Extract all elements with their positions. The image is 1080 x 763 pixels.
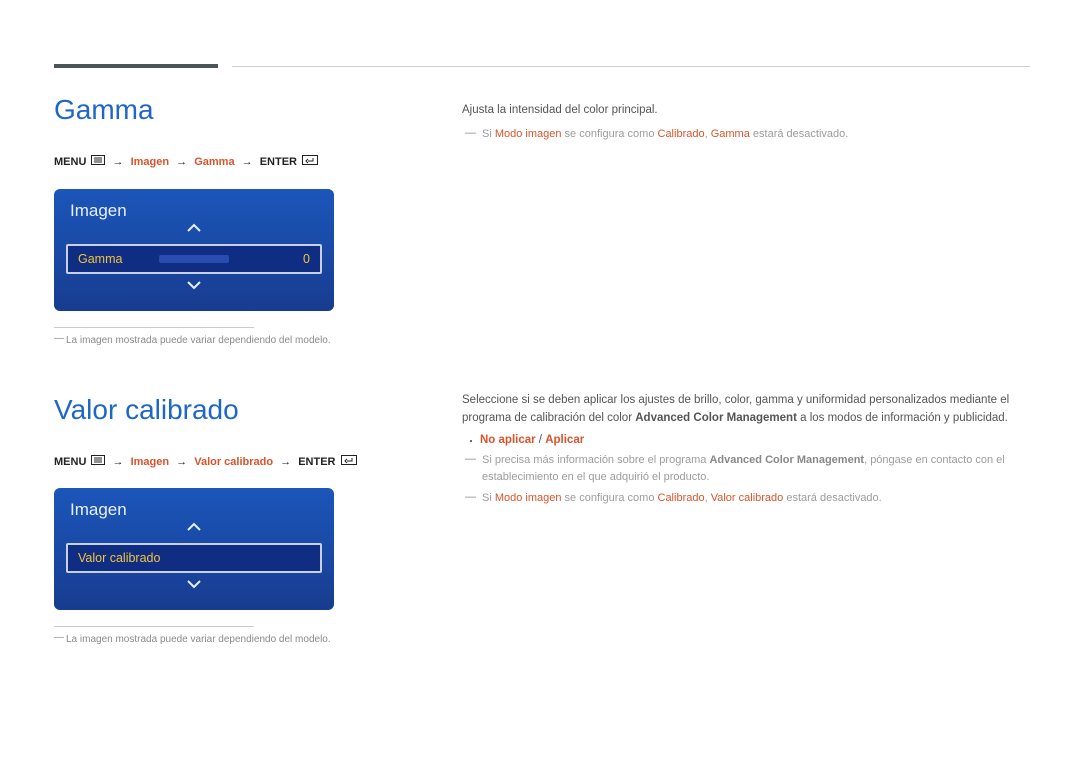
valor-note-1: ― Si precisa más información sobre el pr… — [462, 452, 1030, 486]
nav-path-imagen: Imagen — [131, 156, 170, 168]
nav-menu-label: MENU — [54, 456, 86, 468]
arrow-icon: → — [176, 456, 187, 468]
nav-enter-label: ENTER — [298, 456, 335, 468]
osd-row-label: Valor calibrado — [78, 551, 160, 565]
osd-row-valor[interactable]: Valor calibrado — [66, 543, 322, 573]
gamma-description: Ajusta la intensidad del color principal… — [462, 102, 1030, 120]
caption-text: La imagen mostrada puede variar dependie… — [66, 335, 331, 346]
arrow-icon: → — [113, 456, 124, 468]
osd-slider[interactable] — [159, 255, 229, 263]
valor-options: No aplicar / Aplicar — [462, 434, 1030, 446]
header-accent-bar — [54, 64, 218, 68]
gamma-note: ― Si Modo imagen se configura como Calib… — [462, 126, 1030, 143]
nav-enter-label: ENTER — [260, 156, 297, 168]
osd-title: Imagen — [54, 189, 334, 221]
osd-caption: ― La imagen mostrada puede variar depend… — [54, 633, 384, 647]
osd-row-gamma[interactable]: Gamma 0 — [66, 244, 322, 274]
arrow-icon: → — [242, 156, 253, 168]
arrow-icon: → — [176, 156, 187, 168]
arrow-icon: → — [280, 456, 291, 468]
menu-icon — [91, 454, 105, 471]
osd-caption: ― La imagen mostrada puede variar depend… — [54, 334, 384, 348]
osd-panel-gamma: Imagen Gamma 0 — [54, 189, 334, 311]
dash-icon: ― — [462, 125, 476, 142]
chevron-down-icon[interactable] — [54, 577, 334, 596]
dash-icon: ― — [54, 631, 63, 645]
option-aplicar: Aplicar — [545, 434, 584, 446]
nav-menu-label: MENU — [54, 156, 86, 168]
section-title-valor: Valor calibrado — [54, 394, 384, 426]
chevron-up-icon[interactable] — [54, 221, 334, 240]
dash-icon: ― — [462, 489, 476, 506]
breadcrumb-gamma: MENU → Imagen → Gamma → ENTER — [54, 154, 384, 171]
osd-title: Imagen — [54, 488, 334, 520]
nav-path-imagen: Imagen — [131, 456, 170, 468]
valor-description: Seleccione si se deben aplicar los ajust… — [462, 392, 1030, 428]
arrow-icon: → — [113, 156, 124, 168]
header-rule — [232, 66, 1030, 67]
osd-row-label: Gamma — [78, 252, 122, 266]
caption-rule — [54, 327, 254, 328]
section-title-gamma: Gamma — [54, 94, 384, 126]
enter-icon — [302, 154, 318, 171]
option-no-aplicar: No aplicar — [480, 434, 536, 446]
breadcrumb-valor: MENU → Imagen → Valor calibrado → ENTER — [54, 454, 384, 471]
menu-icon — [91, 154, 105, 171]
caption-text: La imagen mostrada puede variar dependie… — [66, 634, 331, 645]
osd-row-value: 0 — [303, 252, 310, 266]
program-name: Advanced Color Management — [635, 412, 797, 424]
chevron-down-icon[interactable] — [54, 278, 334, 297]
dash-icon: ― — [54, 332, 63, 346]
osd-panel-valor: Imagen Valor calibrado — [54, 488, 334, 610]
enter-icon — [341, 454, 357, 471]
nav-path-valor: Valor calibrado — [194, 456, 273, 468]
caption-rule — [54, 626, 254, 627]
nav-path-gamma: Gamma — [194, 156, 234, 168]
dash-icon: ― — [462, 451, 476, 468]
valor-note-2: ― Si Modo imagen se configura como Calib… — [462, 490, 1030, 507]
chevron-up-icon[interactable] — [54, 520, 334, 539]
